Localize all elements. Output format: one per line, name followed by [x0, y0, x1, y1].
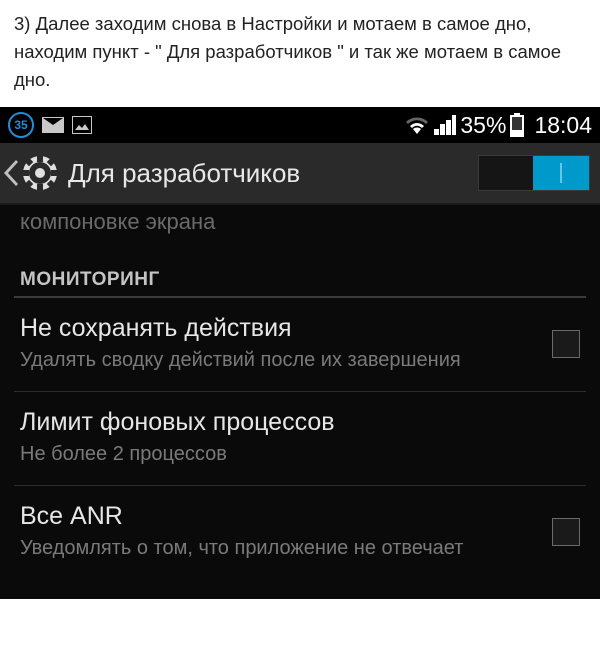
- chevron-left-icon: [4, 160, 18, 186]
- checkbox[interactable]: [552, 518, 580, 546]
- setting-background-process-limit[interactable]: Лимит фоновых процессов Не более 2 проце…: [0, 392, 600, 485]
- battery-percent: 35%: [460, 112, 506, 139]
- setting-title: Лимит фоновых процессов: [20, 408, 580, 437]
- setting-subtitle: Уведомлять о том, что приложение не отве…: [20, 535, 532, 561]
- wifi-icon: [404, 115, 430, 135]
- setting-dont-keep-activities[interactable]: Не сохранять действия Удалять сводку дей…: [0, 298, 600, 391]
- status-bar: 35 35% 18:04: [0, 107, 600, 143]
- back-button[interactable]: [4, 153, 60, 193]
- setting-show-all-anr[interactable]: Все ANR Уведомлять о том, что приложение…: [0, 486, 600, 579]
- checkbox[interactable]: [552, 330, 580, 358]
- header-title: Для разработчиков: [68, 158, 478, 189]
- app-header: Для разработчиков: [0, 143, 600, 205]
- image-icon: [72, 116, 92, 134]
- setting-subtitle: Не более 2 процессов: [20, 441, 580, 467]
- clock: 18:04: [534, 112, 592, 139]
- phone-screenshot: 35 35% 18:04: [0, 107, 600, 599]
- section-header: МОНИТОРИНГ: [0, 249, 600, 296]
- previous-item-tail: компоновке экрана: [0, 205, 600, 249]
- mail-icon: [42, 117, 64, 133]
- gear-icon: [20, 153, 60, 193]
- battery-icon: [510, 113, 524, 137]
- setting-title: Все ANR: [20, 502, 532, 531]
- signal-icon: [434, 115, 456, 135]
- master-toggle[interactable]: [478, 155, 590, 191]
- notification-count-badge: 35: [8, 112, 34, 138]
- settings-list[interactable]: компоновке экрана МОНИТОРИНГ Не сохранят…: [0, 205, 600, 599]
- setting-subtitle: Удалять сводку действий после их заверше…: [20, 347, 532, 373]
- setting-title: Не сохранять действия: [20, 314, 532, 343]
- instruction-text: 3) Далее заходим снова в Настройки и мот…: [0, 0, 600, 107]
